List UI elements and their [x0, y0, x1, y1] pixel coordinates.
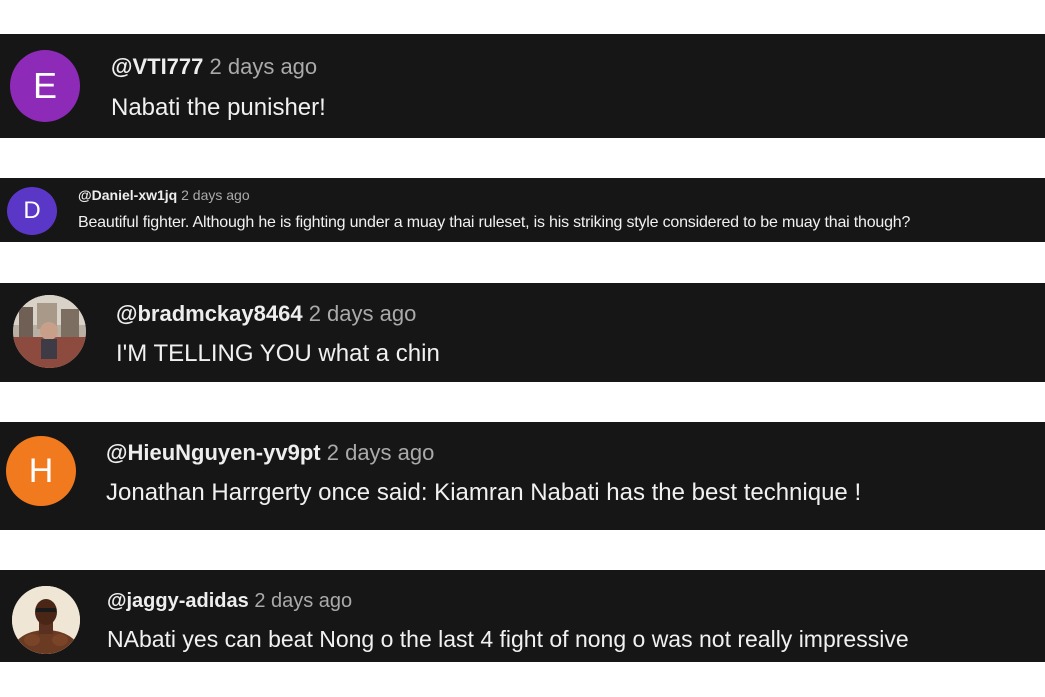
- comment-header: @HieuNguyen-yv9pt 2 days ago: [106, 440, 434, 466]
- comment-text: Beautiful fighter. Although he is fighti…: [78, 214, 911, 231]
- comment-author[interactable]: @VTI777: [111, 54, 203, 79]
- avatar[interactable]: H: [6, 436, 76, 506]
- comment-header: @VTI777 2 days ago: [111, 54, 317, 80]
- user-photo-icon: [12, 586, 80, 654]
- comment-author[interactable]: @jaggy-adidas: [107, 590, 249, 612]
- comment-card: H @HieuNguyen-yv9pt 2 days ago Jonathan …: [0, 422, 1045, 530]
- comment-author[interactable]: @bradmckay8464: [116, 301, 303, 326]
- avatar-letter: H: [28, 451, 54, 490]
- comment-header: @Daniel-xw1jq 2 days ago: [78, 187, 250, 203]
- user-photo-icon: [13, 295, 86, 368]
- comment-author[interactable]: @Daniel-xw1jq: [78, 187, 177, 203]
- comment-card: D @Daniel-xw1jq 2 days ago Beautiful fig…: [0, 178, 1045, 242]
- avatar[interactable]: E: [10, 50, 80, 122]
- comment-timestamp[interactable]: 2 days ago: [254, 590, 352, 612]
- comment-card: E @VTI777 2 days ago Nabati the punisher…: [0, 34, 1045, 138]
- comment-card: @jaggy-adidas 2 days ago NAbati yes can …: [0, 570, 1045, 662]
- avatar[interactable]: [12, 586, 80, 654]
- comment-header: @jaggy-adidas 2 days ago: [107, 590, 352, 613]
- avatar[interactable]: [13, 295, 86, 368]
- comment-text: Nabati the punisher!: [111, 94, 326, 121]
- comment-text: Jonathan Harrgerty once said: Kiamran Na…: [106, 479, 862, 506]
- avatar-letter: D: [23, 197, 41, 224]
- comment-header: @bradmckay8464 2 days ago: [116, 301, 416, 327]
- comment-timestamp[interactable]: 2 days ago: [327, 440, 435, 465]
- comment-text: I'M TELLING YOU what a chin: [116, 340, 440, 367]
- avatar-letter: E: [32, 65, 57, 106]
- comment-text: NAbati yes can beat Nong o the last 4 fi…: [107, 626, 909, 652]
- comment-timestamp[interactable]: 2 days ago: [210, 54, 318, 79]
- comment-timestamp[interactable]: 2 days ago: [181, 187, 250, 203]
- comment-timestamp[interactable]: 2 days ago: [309, 301, 417, 326]
- avatar[interactable]: D: [7, 187, 57, 235]
- comment-card: @bradmckay8464 2 days ago I'M TELLING YO…: [0, 283, 1045, 382]
- comment-author[interactable]: @HieuNguyen-yv9pt: [106, 440, 321, 465]
